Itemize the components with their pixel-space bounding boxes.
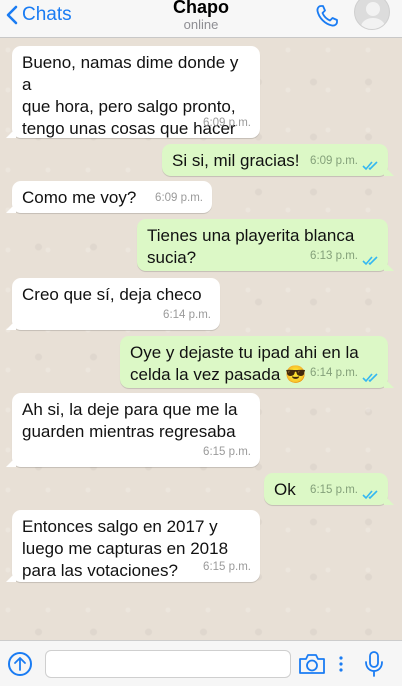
message-text: Creo que sí, deja checo bbox=[22, 285, 202, 304]
message-time: 6:15 p.m. bbox=[310, 484, 358, 496]
message-text: Ah si, la deje para que me la guarden mi… bbox=[22, 400, 238, 441]
message-bubble-incoming[interactable]: Ah si, la deje para que me la guarden mi… bbox=[6, 393, 260, 467]
message-bubble-outgoing[interactable]: Tienes una playerita blanca sucia? 6:13 … bbox=[137, 219, 394, 271]
compose-bar bbox=[0, 640, 402, 686]
message-bubble-incoming[interactable]: Creo que sí, deja checo 6:14 p.m. bbox=[6, 278, 220, 330]
message-input[interactable] bbox=[45, 650, 291, 678]
message-time: 6:15 p.m. bbox=[203, 561, 251, 573]
double-check-icon bbox=[362, 256, 378, 266]
double-check-icon bbox=[362, 373, 378, 383]
message-bubble-outgoing[interactable]: Ok 6:15 p.m. bbox=[264, 473, 394, 505]
message-time: 6:14 p.m. bbox=[310, 367, 358, 379]
message-time: 6:09 p.m. bbox=[155, 192, 203, 204]
message-time: 6:14 p.m. bbox=[163, 309, 211, 321]
message-bubble-outgoing[interactable]: Si si, mil gracias! 6:09 p.m. bbox=[162, 144, 394, 176]
message-bubble-incoming[interactable]: Como me voy? 6:09 p.m. bbox=[6, 181, 212, 213]
message-time: 6:09 p.m. bbox=[310, 155, 358, 167]
message-bubble-incoming[interactable]: Bueno, namas dime donde y a que hora, pe… bbox=[6, 46, 260, 138]
double-check-icon bbox=[362, 490, 378, 500]
more-vertical-icon[interactable] bbox=[339, 656, 343, 672]
arrow-up-icon bbox=[14, 657, 26, 671]
message-list[interactable]: Bueno, namas dime donde y a que hora, pe… bbox=[0, 38, 402, 640]
camera-icon[interactable] bbox=[298, 652, 326, 676]
message-bubble-outgoing[interactable]: Oye y dejaste tu ipad ahi en la celdа la… bbox=[120, 336, 394, 388]
arrow-up-circle-icon[interactable] bbox=[8, 652, 32, 676]
microphone-icon[interactable] bbox=[364, 650, 384, 678]
chat-header: Chats Chapo online bbox=[0, 0, 402, 38]
message-time: 6:15 p.m. bbox=[203, 446, 251, 458]
message-bubble-incoming[interactable]: Entonces salgo en 2017 y luego me captur… bbox=[6, 510, 260, 582]
phone-icon[interactable] bbox=[314, 3, 342, 29]
message-time: 6:13 p.m. bbox=[310, 250, 358, 262]
double-check-icon bbox=[362, 161, 378, 171]
message-time: 6:09 p.m. bbox=[203, 117, 251, 129]
